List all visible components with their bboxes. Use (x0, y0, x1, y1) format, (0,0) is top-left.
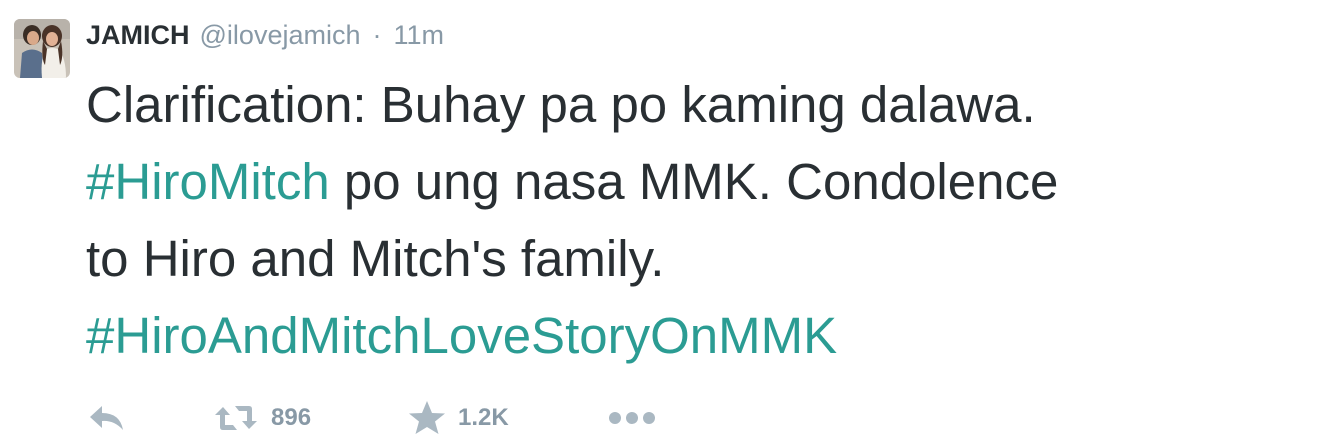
tweet-text-part-2: po ung nasa MMK. Condolence (329, 153, 1059, 210)
more-options-button[interactable] (608, 396, 656, 440)
tweet-text-part-1: Clarification: Buhay pa po kaming dalawa… (86, 76, 1036, 133)
tweet-text-part-3: to Hiro and Mitch's family. (86, 230, 665, 287)
tweet-text-line-3: to Hiro and Mitch's family. (86, 220, 1311, 297)
separator-dot: · (372, 20, 382, 50)
favorite-button[interactable]: 1.2K (408, 396, 509, 440)
favorite-count: 1.2K (458, 404, 509, 431)
avatar-image (14, 19, 70, 78)
username-handle[interactable]: @ilovejamich (200, 20, 361, 51)
retweet-count: 896 (271, 404, 312, 431)
tweet-actions: 896 1.2K (86, 396, 706, 440)
tweet-text-line-4: #HiroAndMitchLoveStoryOnMMK (86, 297, 1311, 374)
reply-icon (88, 403, 126, 433)
display-name[interactable]: JAMICH (86, 20, 190, 51)
star-icon (408, 400, 446, 436)
retweet-icon (213, 403, 259, 433)
hashtag-link-hiroandmitchlovestoryonmmk[interactable]: #HiroAndMitchLoveStoryOnMMK (86, 307, 837, 364)
tweet-text: Clarification: Buhay pa po kaming dalawa… (86, 66, 1311, 374)
avatar[interactable] (14, 19, 70, 78)
tweet-text-line-1: Clarification: Buhay pa po kaming dalawa… (86, 66, 1311, 143)
retweet-button[interactable]: 896 (213, 396, 311, 440)
tweet: JAMICH @ilovejamich · 11m Clarification:… (0, 0, 1318, 447)
more-icon (608, 410, 656, 426)
tweet-text-line-2: #HiroMitch po ung nasa MMK. Condolence (86, 143, 1311, 220)
tweet-header: JAMICH @ilovejamich · 11m (86, 20, 444, 56)
hashtag-link-hiromitch[interactable]: #HiroMitch (86, 153, 330, 210)
timestamp[interactable]: 11m (393, 20, 444, 51)
reply-button[interactable] (88, 396, 126, 440)
